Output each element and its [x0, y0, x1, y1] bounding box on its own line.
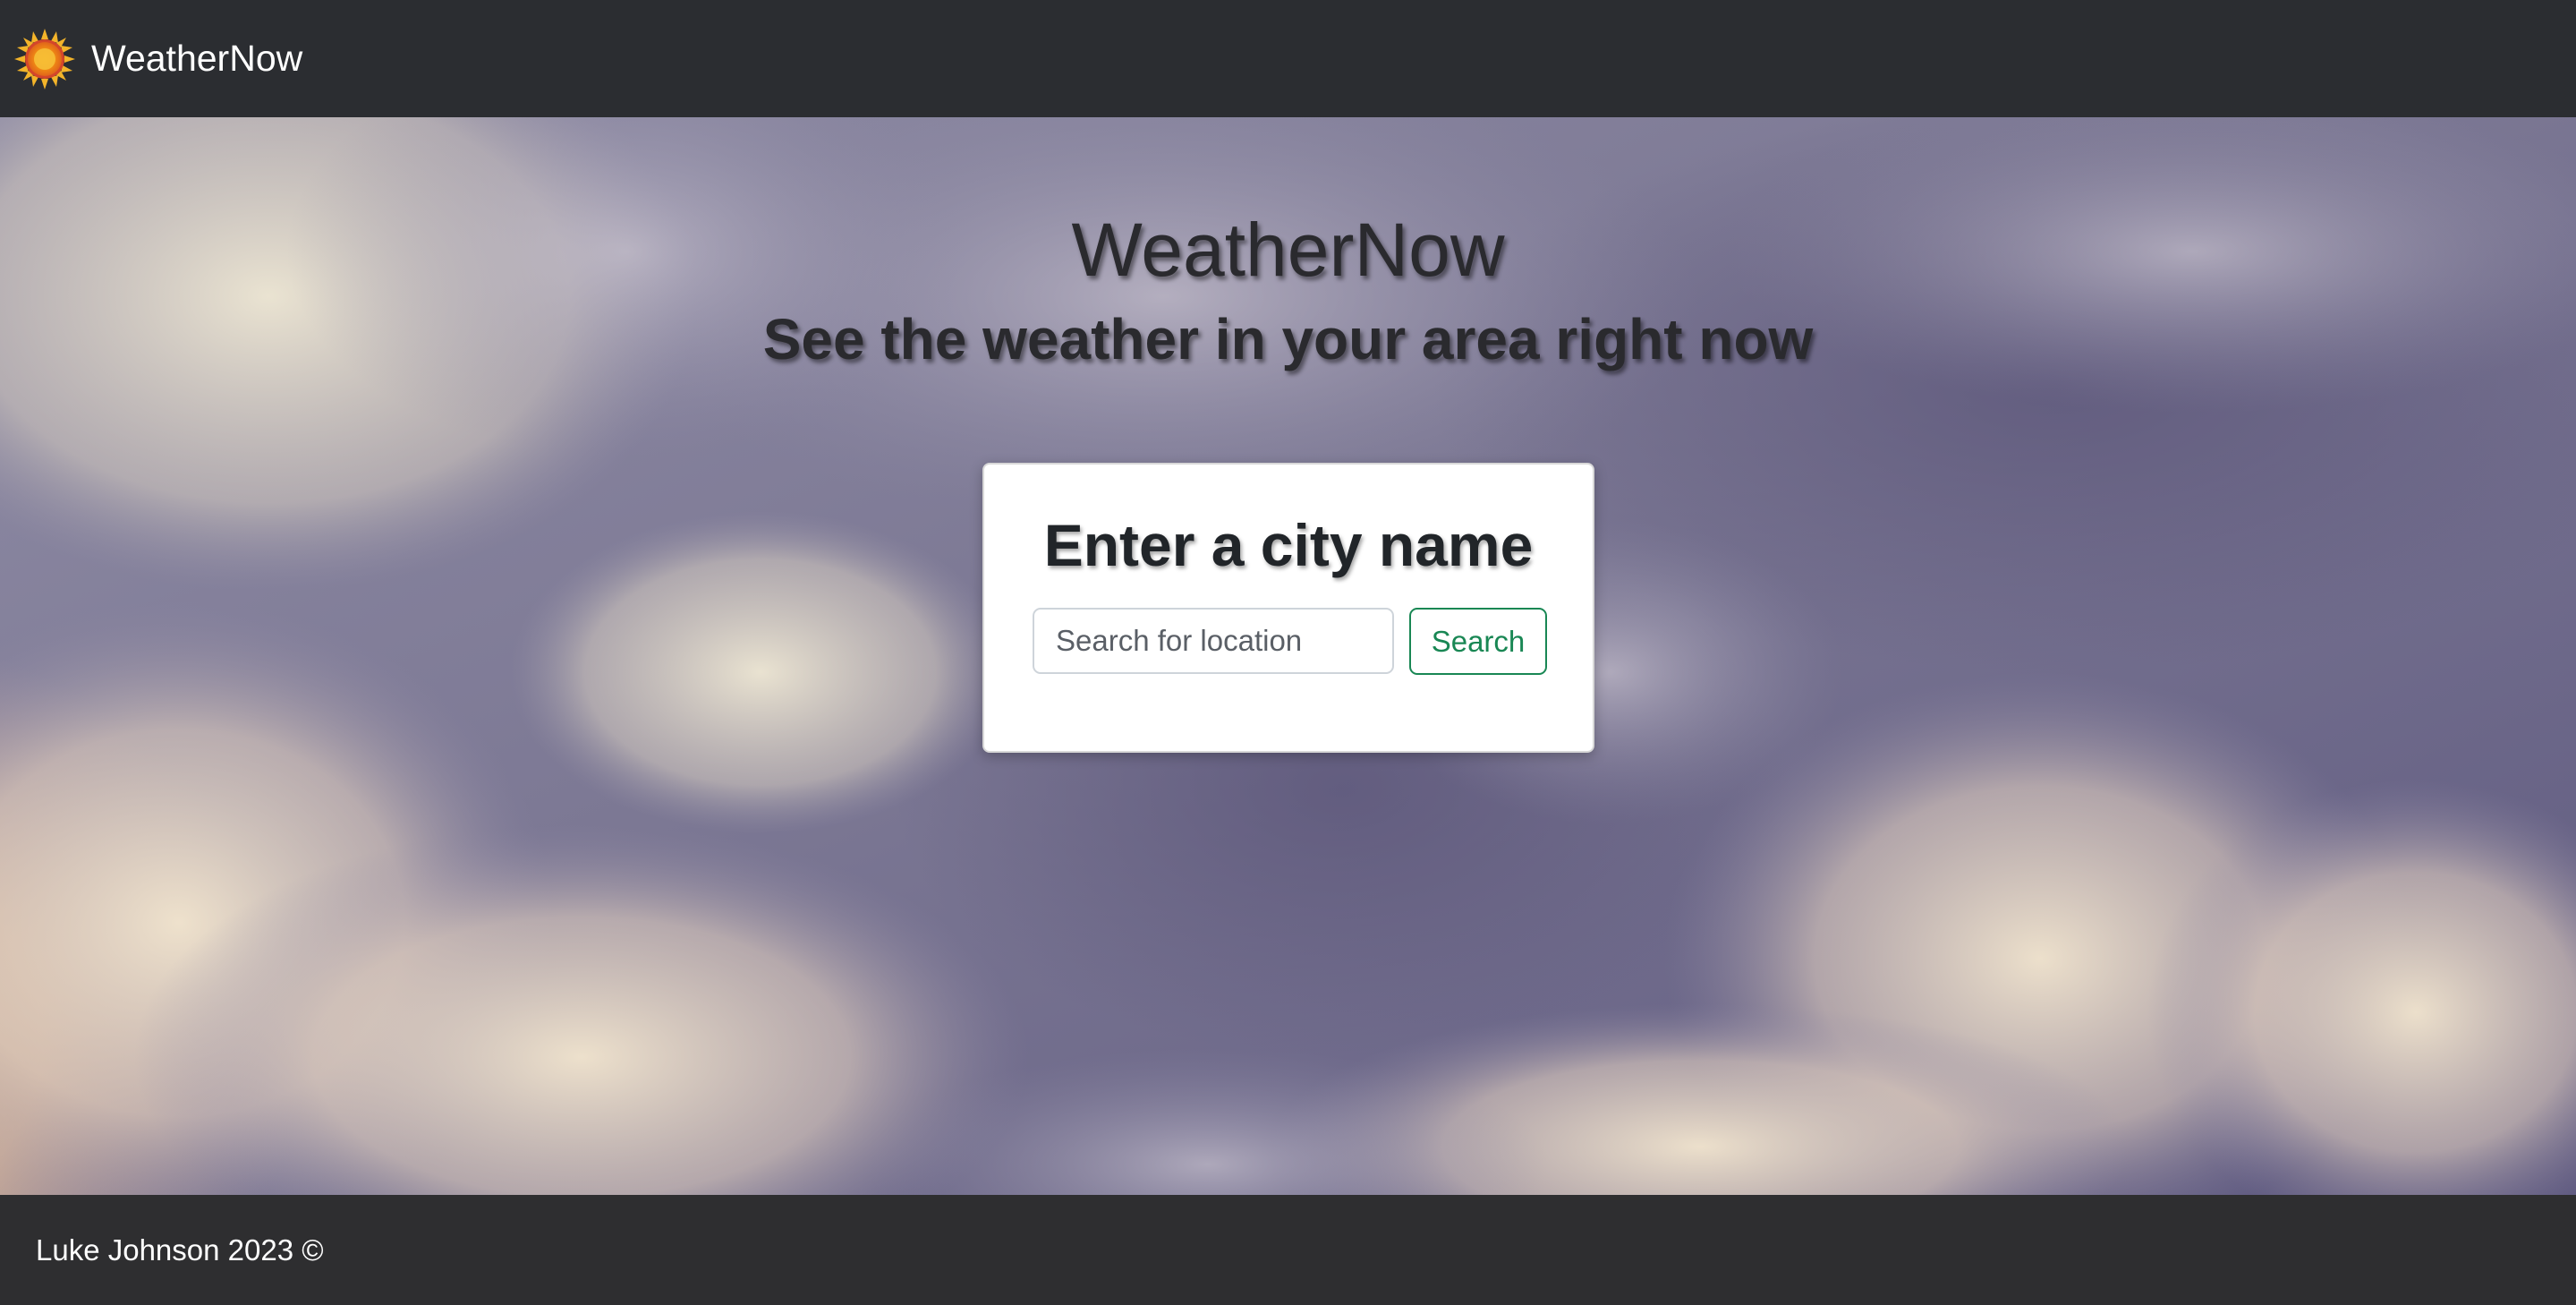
search-card-title: Enter a city name — [1043, 512, 1534, 578]
footer: Luke Johnson 2023 © — [0, 1195, 2576, 1305]
footer-copyright: Luke Johnson 2023 © — [36, 1232, 324, 1267]
hero-section: WeatherNow See the weather in your area … — [0, 117, 2576, 1195]
search-button[interactable]: Search — [1409, 608, 1547, 675]
hero-title: WeatherNow — [1071, 208, 1505, 292]
search-input[interactable] — [1033, 608, 1394, 674]
hero-subtitle: See the weather in your area right now — [762, 307, 1814, 371]
navbar: WeatherNow — [0, 0, 2576, 117]
navbar-brand[interactable]: WeatherNow — [91, 38, 302, 80]
search-card: Enter a city name Search — [982, 463, 1594, 753]
sun-icon[interactable] — [14, 28, 75, 90]
